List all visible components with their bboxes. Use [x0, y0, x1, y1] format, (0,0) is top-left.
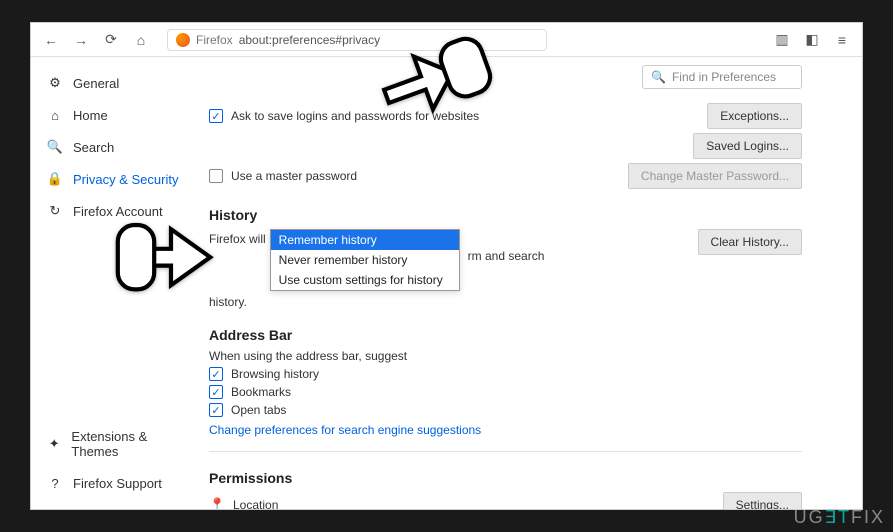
opentabs-checkbox[interactable]: ✓ — [209, 403, 223, 417]
sidebar-item-label: Firefox Support — [73, 476, 162, 491]
opentabs-label: Open tabs — [231, 403, 286, 417]
location-settings-button[interactable]: Settings... — [723, 492, 802, 509]
master-password-checkbox[interactable] — [209, 169, 223, 183]
browsing-history-label: Browsing history — [231, 367, 319, 381]
location-icon: 📍 — [209, 497, 225, 509]
location-label: Location — [233, 498, 278, 509]
permissions-heading: Permissions — [209, 470, 842, 486]
url-text: about:preferences#privacy — [239, 33, 380, 47]
change-master-password-button: Change Master Password... — [628, 163, 802, 189]
preferences-sidebar: ⚙ General ⌂ Home 🔍 Search 🔒 Privacy & Se… — [31, 57, 201, 509]
clear-history-button[interactable]: Clear History... — [698, 229, 802, 255]
sidebar-item-label: Firefox Account — [73, 204, 163, 219]
puzzle-icon: ✦ — [47, 436, 61, 452]
history-heading: History — [209, 207, 842, 223]
help-icon: ? — [47, 475, 63, 491]
preferences-content: 🔍 Find in Preferences ✓ Ask to save logi… — [201, 57, 862, 509]
dropdown-option-never[interactable]: Never remember history — [271, 250, 459, 270]
bookmarks-checkbox[interactable]: ✓ — [209, 385, 223, 399]
saved-logins-button[interactable]: Saved Logins... — [693, 133, 802, 159]
addressbar-heading: Address Bar — [209, 327, 842, 343]
url-bar[interactable]: Firefox about:preferences#privacy — [167, 29, 547, 51]
home-icon: ⌂ — [47, 107, 63, 123]
gear-icon: ⚙ — [47, 75, 63, 91]
sidebar-item-home[interactable]: ⌂ Home — [31, 99, 201, 131]
lock-icon: 🔒 — [47, 171, 63, 187]
watermark: UG∃TFIX — [794, 507, 885, 528]
history-tail: rm and search — [468, 249, 545, 263]
browsing-history-checkbox[interactable]: ✓ — [209, 367, 223, 381]
sidebar-item-account[interactable]: ↻ Firefox Account — [31, 195, 201, 227]
bookmarks-label: Bookmarks — [231, 385, 291, 399]
browser-toolbar: ← → ⟳ ⌂ Firefox about:preferences#privac… — [31, 23, 862, 57]
menu-button[interactable]: ≡ — [830, 28, 854, 52]
history-tail2: history. — [209, 295, 842, 309]
addressbar-subtitle: When using the address bar, suggest — [209, 349, 842, 363]
sidebar-item-label: Extensions & Themes — [71, 429, 185, 459]
sidebar-item-extensions[interactable]: ✦ Extensions & Themes — [31, 421, 201, 467]
url-label: Firefox — [196, 33, 233, 47]
library-button[interactable]: ▥ — [770, 28, 794, 52]
sidebar-item-privacy[interactable]: 🔒 Privacy & Security — [31, 163, 201, 195]
reload-button[interactable]: ⟳ — [99, 28, 123, 52]
sidebar-toggle-button[interactable]: ◧ — [800, 28, 824, 52]
sidebar-item-label: General — [73, 76, 119, 91]
sync-icon: ↻ — [47, 203, 63, 219]
search-icon: 🔍 — [651, 70, 666, 84]
search-input[interactable]: 🔍 Find in Preferences — [642, 65, 802, 89]
search-placeholder: Find in Preferences — [672, 70, 776, 84]
sidebar-item-search[interactable]: 🔍 Search — [31, 131, 201, 163]
home-button[interactable]: ⌂ — [129, 28, 153, 52]
ask-save-logins-label: Ask to save logins and passwords for web… — [231, 109, 479, 123]
history-prefix: Firefox will — [209, 232, 266, 246]
exceptions-button[interactable]: Exceptions... — [707, 103, 802, 129]
search-icon: 🔍 — [47, 139, 63, 155]
ask-save-logins-checkbox[interactable]: ✓ — [209, 109, 223, 123]
forward-button[interactable]: → — [69, 28, 93, 52]
dropdown-option-custom[interactable]: Use custom settings for history — [271, 270, 459, 290]
sidebar-item-label: Home — [73, 108, 108, 123]
history-mode-dropdown[interactable]: Remember history Never remember history … — [270, 229, 460, 291]
master-password-label: Use a master password — [231, 169, 357, 183]
search-suggestions-link[interactable]: Change preferences for search engine sug… — [209, 423, 842, 437]
back-button[interactable]: ← — [39, 28, 63, 52]
sidebar-item-label: Privacy & Security — [73, 172, 178, 187]
sidebar-item-general[interactable]: ⚙ General — [31, 67, 201, 99]
dropdown-option-remember[interactable]: Remember history — [271, 230, 459, 250]
sidebar-item-label: Search — [73, 140, 114, 155]
sidebar-item-support[interactable]: ? Firefox Support — [31, 467, 201, 499]
firefox-icon — [176, 33, 190, 47]
